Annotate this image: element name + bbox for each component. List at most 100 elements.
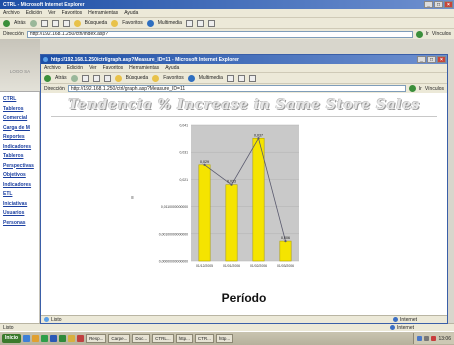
chart-title: Tendencia % Increase in Same Store Sales: [68, 97, 420, 113]
sidebar-item-etl[interactable]: ETL: [0, 190, 39, 200]
x-axis-label: Período: [221, 291, 267, 305]
outer-address-input[interactable]: http://192.168.1.250/ctrl/index.asp?: [26, 30, 413, 38]
quicklaunch-media-icon[interactable]: [77, 335, 85, 342]
inner-stop-icon[interactable]: [81, 74, 89, 82]
inner-home-icon[interactable]: [103, 74, 111, 82]
sidebar-item-objetivos[interactable]: Objetivos: [0, 171, 39, 181]
inner-favorites-label[interactable]: Favoritos: [163, 75, 184, 81]
quicklaunch-outlook-icon[interactable]: [32, 335, 40, 342]
sidebar-item-tableros-2[interactable]: Tableros: [0, 152, 39, 162]
inner-media-label[interactable]: Multimedia: [199, 75, 223, 81]
quicklaunch-excel-icon[interactable]: [59, 335, 67, 342]
refresh-icon[interactable]: [51, 19, 59, 27]
sidebar-item-indicadores-admin[interactable]: Indicadores: [0, 143, 39, 153]
series-point: [203, 163, 206, 166]
forward-icon[interactable]: [29, 19, 37, 27]
task-button-3[interactable]: Doc...: [132, 334, 151, 343]
inner-status-bar: Listo Internet: [41, 315, 447, 323]
sidebar-item-personas[interactable]: Personas: [0, 219, 39, 229]
inner-menu-ver[interactable]: Ver: [89, 65, 97, 71]
inner-media-icon[interactable]: [187, 74, 195, 82]
inner-history-icon[interactable]: [226, 74, 234, 82]
outer-address-bar: Dirección http://192.168.1.250/ctrl/inde…: [0, 28, 454, 39]
outer-back-label[interactable]: Atrás: [14, 20, 26, 26]
outer-menu-edicion[interactable]: Edición: [26, 10, 42, 16]
inner-maximize-button[interactable]: □: [427, 56, 436, 63]
go-icon[interactable]: [415, 30, 423, 38]
task-button-6[interactable]: CTR...: [194, 334, 214, 343]
outer-menu-archivo[interactable]: Archivo: [3, 10, 20, 16]
inner-refresh-icon[interactable]: [92, 74, 100, 82]
inner-search-label[interactable]: Búsqueda: [126, 75, 149, 81]
tray-network-icon[interactable]: [417, 336, 423, 341]
inner-close-button[interactable]: ×: [437, 56, 446, 63]
inner-menu-favoritos[interactable]: Favoritos: [103, 65, 124, 71]
tray-clock: 13:06: [438, 335, 451, 342]
outer-menu-bar: Archivo Edición Ver Favoritos Herramient…: [0, 9, 454, 17]
inner-favorites-icon[interactable]: [152, 74, 160, 82]
inner-menu-bar: Archivo Edición Ver Favoritos Herramient…: [41, 64, 447, 72]
sidebar-item-iniciativas[interactable]: Iniciativas: [0, 200, 39, 210]
print-icon[interactable]: [207, 19, 215, 27]
inner-back-icon[interactable]: [44, 74, 51, 82]
outer-menu-herramientas[interactable]: Herramientas: [88, 10, 118, 16]
task-button-4[interactable]: CTRL...: [152, 334, 174, 343]
sidebar-item-perspectivas[interactable]: Perspectivas: [0, 162, 39, 172]
task-button-2[interactable]: Carpe...: [108, 334, 131, 343]
outer-media-label[interactable]: Multimedia: [158, 20, 182, 26]
page-done-icon: [44, 317, 49, 322]
inner-mail-icon[interactable]: [237, 74, 245, 82]
quicklaunch-word-icon[interactable]: [50, 335, 58, 342]
sidebar-item-tableros[interactable]: Tableros: [0, 105, 39, 115]
quicklaunch-desktop-icon[interactable]: [41, 335, 49, 342]
inner-menu-herramientas[interactable]: Herramientas: [129, 65, 159, 71]
history-icon[interactable]: [185, 19, 193, 27]
stop-icon[interactable]: [40, 19, 48, 27]
task-button-1[interactable]: Resp...: [86, 334, 107, 343]
inner-back-label[interactable]: Atrás: [55, 75, 67, 81]
inner-print-icon[interactable]: [248, 74, 256, 82]
inner-menu-archivo[interactable]: Archivo: [44, 65, 61, 71]
inner-go-button[interactable]: Ir: [419, 86, 422, 92]
home-icon[interactable]: [62, 19, 70, 27]
outer-close-button[interactable]: ×: [444, 1, 453, 8]
outer-logo-area: LOGO SA: [0, 39, 40, 92]
inner-forward-icon[interactable]: [70, 74, 78, 82]
mail-icon[interactable]: [196, 19, 204, 27]
outer-search-label[interactable]: Búsqueda: [85, 20, 108, 26]
outer-minimize-button[interactable]: _: [424, 1, 433, 8]
inner-minimize-button[interactable]: _: [417, 56, 426, 63]
x-tick-label: 01/03/2006: [277, 264, 294, 268]
sidebar-item-comercial[interactable]: Comercial: [0, 114, 39, 124]
inner-links-label[interactable]: Vínculos: [425, 86, 447, 92]
media-icon[interactable]: [146, 19, 154, 27]
outer-links-label[interactable]: Vínculos: [432, 31, 454, 37]
inner-go-icon[interactable]: [408, 85, 416, 92]
back-icon[interactable]: [3, 19, 10, 27]
outer-menu-ver[interactable]: Ver: [48, 10, 56, 16]
inner-search-icon[interactable]: [114, 74, 122, 82]
tray-antivirus-icon[interactable]: [431, 336, 437, 341]
task-button-5[interactable]: http...: [175, 334, 193, 343]
sidebar-item-ctrl[interactable]: CTRL: [0, 95, 39, 105]
quicklaunch-ie-icon[interactable]: [23, 335, 31, 342]
sidebar-item-usuarios[interactable]: Usuarios: [0, 209, 39, 219]
outer-favorites-label[interactable]: Favoritos: [122, 20, 143, 26]
tray-volume-icon[interactable]: [424, 336, 430, 341]
sidebar-item-reportes[interactable]: Reportes: [0, 133, 39, 143]
search-icon[interactable]: [73, 19, 81, 27]
outer-go-button[interactable]: Ir: [426, 31, 429, 37]
outer-maximize-button[interactable]: □: [434, 1, 443, 8]
inner-menu-edicion[interactable]: Edición: [67, 65, 83, 71]
start-button[interactable]: Inicio: [2, 334, 22, 343]
quicklaunch-folder-icon[interactable]: [68, 335, 76, 342]
sidebar-item-carga[interactable]: Carga de M: [0, 124, 39, 134]
inner-menu-ayuda[interactable]: Ayuda: [165, 65, 179, 71]
inner-address-input[interactable]: http://192.168.1.250/ctrl/graph.asp?Meas…: [67, 85, 406, 92]
outer-menu-favoritos[interactable]: Favoritos: [62, 10, 83, 16]
outer-menu-ayuda[interactable]: Ayuda: [124, 10, 138, 16]
inner-toolbar: Atrás Búsqueda Favoritos Multimedia: [41, 72, 447, 83]
sidebar-item-indicadores[interactable]: Indicadores: [0, 181, 39, 191]
task-button-7[interactable]: http...: [215, 334, 234, 343]
favorites-icon[interactable]: [111, 19, 119, 27]
